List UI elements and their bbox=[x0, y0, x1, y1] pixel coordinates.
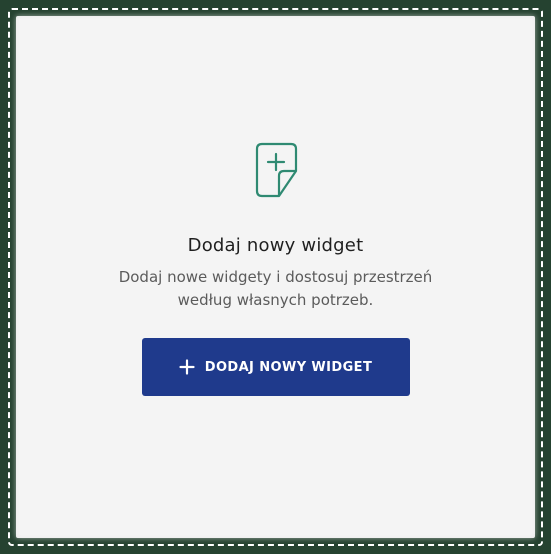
empty-widget-card: Dodaj nowy widget Dodaj nowe widgety i d… bbox=[16, 16, 535, 538]
description-line: Dodaj nowe widgety i dostosuj przestrzeń bbox=[118, 268, 433, 286]
widget-dropzone[interactable]: Dodaj nowy widget Dodaj nowe widgety i d… bbox=[8, 8, 543, 546]
add-note-icon bbox=[255, 142, 297, 198]
add-new-widget-label: DODAJ NOWY WIDGET bbox=[204, 359, 373, 375]
empty-state-description: Dodaj nowe widgety i dostosuj przestrzeń… bbox=[76, 266, 476, 312]
plus-icon bbox=[179, 359, 195, 375]
add-new-widget-button[interactable]: DODAJ NOWY WIDGET bbox=[141, 338, 410, 396]
empty-state-title: Dodaj nowy widget bbox=[187, 235, 364, 256]
description-line: według własnych potrzeb. bbox=[177, 291, 374, 309]
empty-state: Dodaj nowy widget Dodaj nowe widgety i d… bbox=[16, 141, 535, 396]
